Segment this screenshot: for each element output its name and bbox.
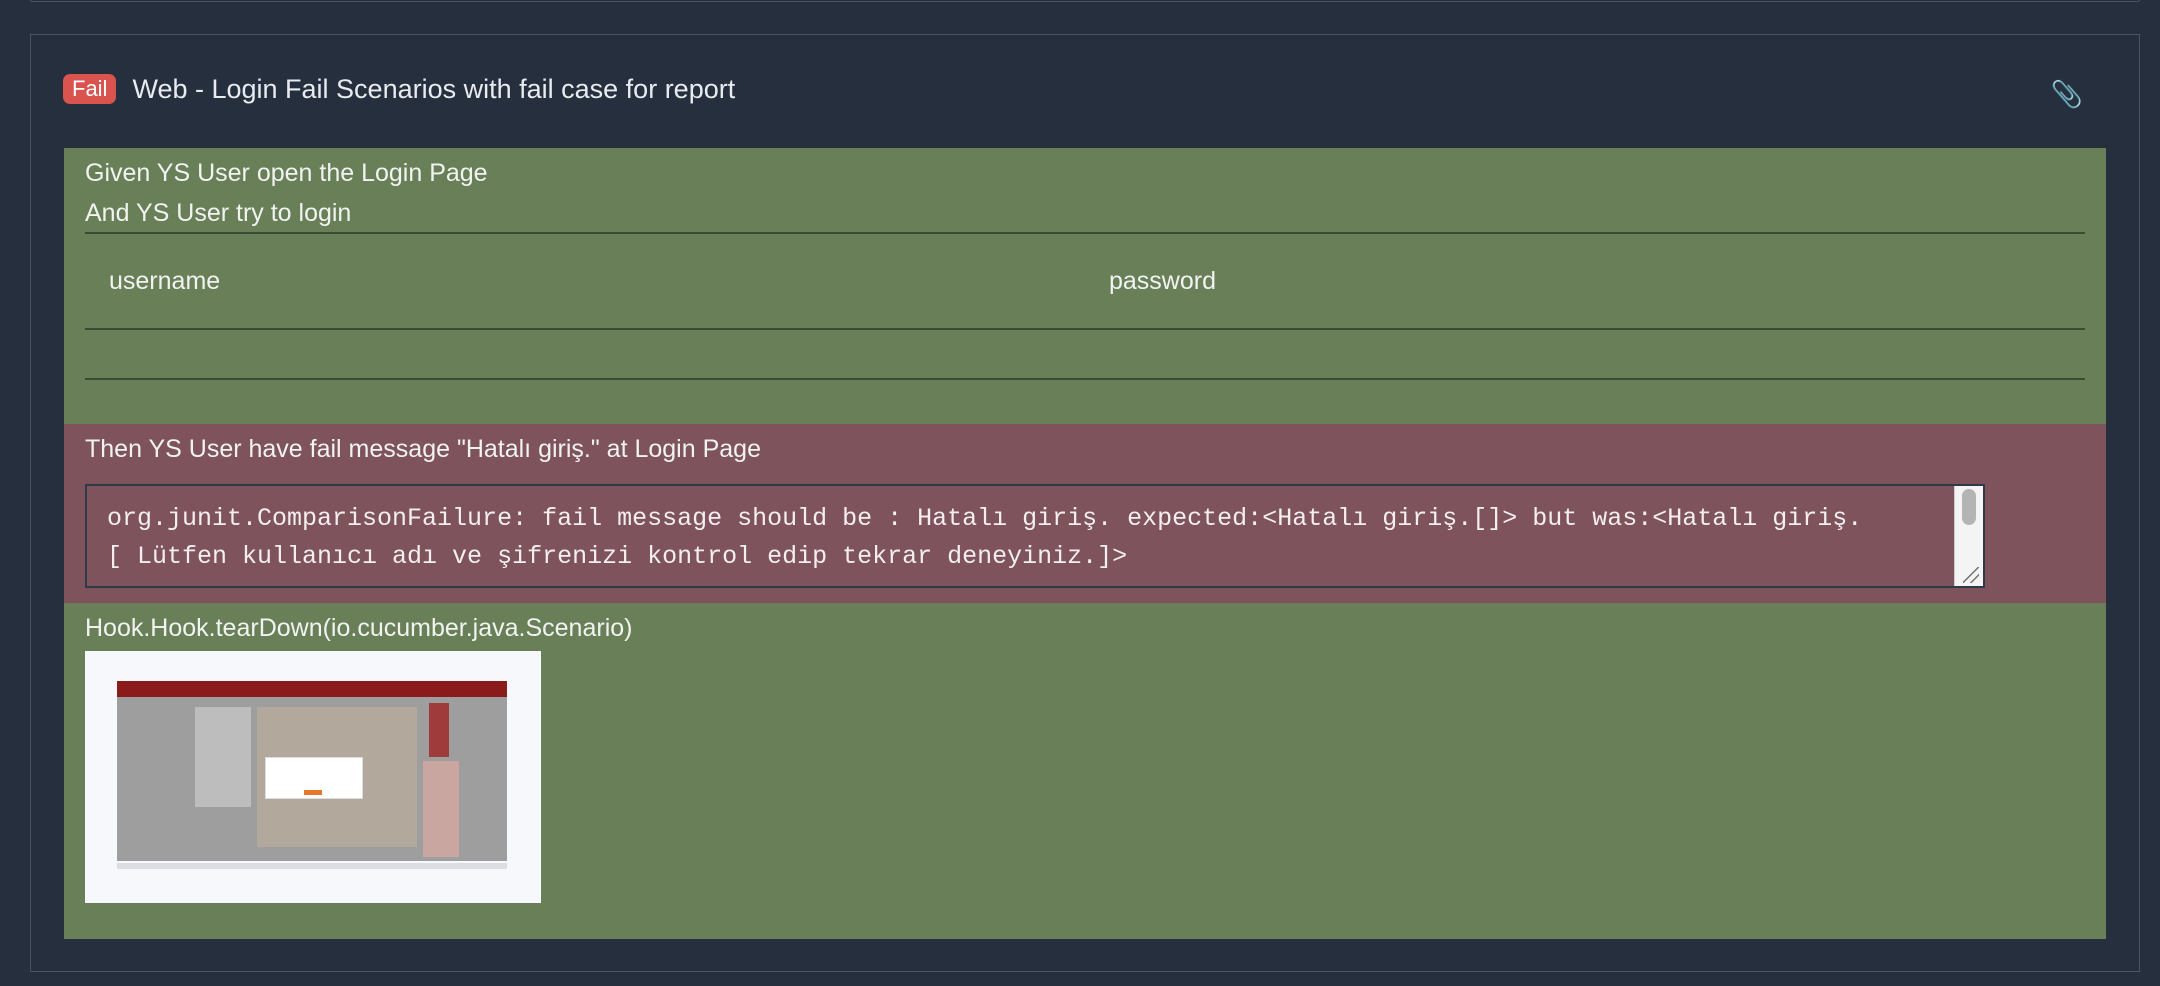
data-table-cell (85, 328, 1085, 380)
screenshot-modal-button (304, 790, 322, 795)
data-table: username password (85, 232, 2085, 380)
data-table-header-row: username password (85, 232, 2085, 330)
error-scrollbar[interactable] (1954, 486, 1983, 586)
screenshot-image (117, 681, 507, 861)
scenario-title: Web - Login Fail Scenarios with fail cas… (132, 73, 736, 104)
screenshot-modal (265, 757, 363, 799)
screenshot-thumbnail[interactable] (85, 651, 541, 903)
screenshot-footer (117, 863, 507, 869)
data-table-header-username: username (85, 232, 1085, 330)
screenshot-header-bar (117, 681, 507, 697)
screenshot-right-column (423, 761, 459, 857)
steps-container: Given YS User open the Login Page And YS… (64, 148, 2106, 939)
scenario-header: Fail Web - Login Fail Scenarios with fai… (63, 69, 735, 109)
error-textarea[interactable]: org.junit.ComparisonFailure: fail messag… (85, 484, 1985, 588)
data-table-cell (1085, 328, 2085, 380)
error-line: [ Lütfen kullanıcı adı ve şifrenizi kont… (107, 542, 1128, 571)
data-table-header-password: password (1085, 232, 2085, 330)
failed-step-block: Then YS User have fail message "Hatalı g… (64, 424, 2106, 603)
resize-handle-icon[interactable] (1963, 567, 1979, 583)
paperclip-icon[interactable]: 📎 (2051, 79, 2083, 110)
step-and: And YS User try to login (85, 199, 352, 227)
hook-title: Hook.Hook.tearDown(io.cucumber.java.Scen… (85, 614, 633, 642)
scrollbar-thumb[interactable] (1962, 489, 1976, 525)
error-line: org.junit.ComparisonFailure: fail messag… (107, 504, 1863, 533)
status-badge: Fail (63, 74, 117, 104)
screenshot-left-column (195, 707, 251, 807)
step-given: Given YS User open the Login Page (85, 159, 488, 187)
previous-scenario-card (30, 0, 2140, 2)
error-message: org.junit.ComparisonFailure: fail messag… (87, 486, 1983, 586)
data-table-row (85, 328, 2085, 380)
hook-block: Hook.Hook.tearDown(io.cucumber.java.Scen… (64, 603, 2106, 939)
passed-steps-block: Given YS User open the Login Page And YS… (64, 148, 2106, 424)
step-then: Then YS User have fail message "Hatalı g… (85, 435, 761, 463)
screenshot-side-badges (429, 703, 449, 757)
